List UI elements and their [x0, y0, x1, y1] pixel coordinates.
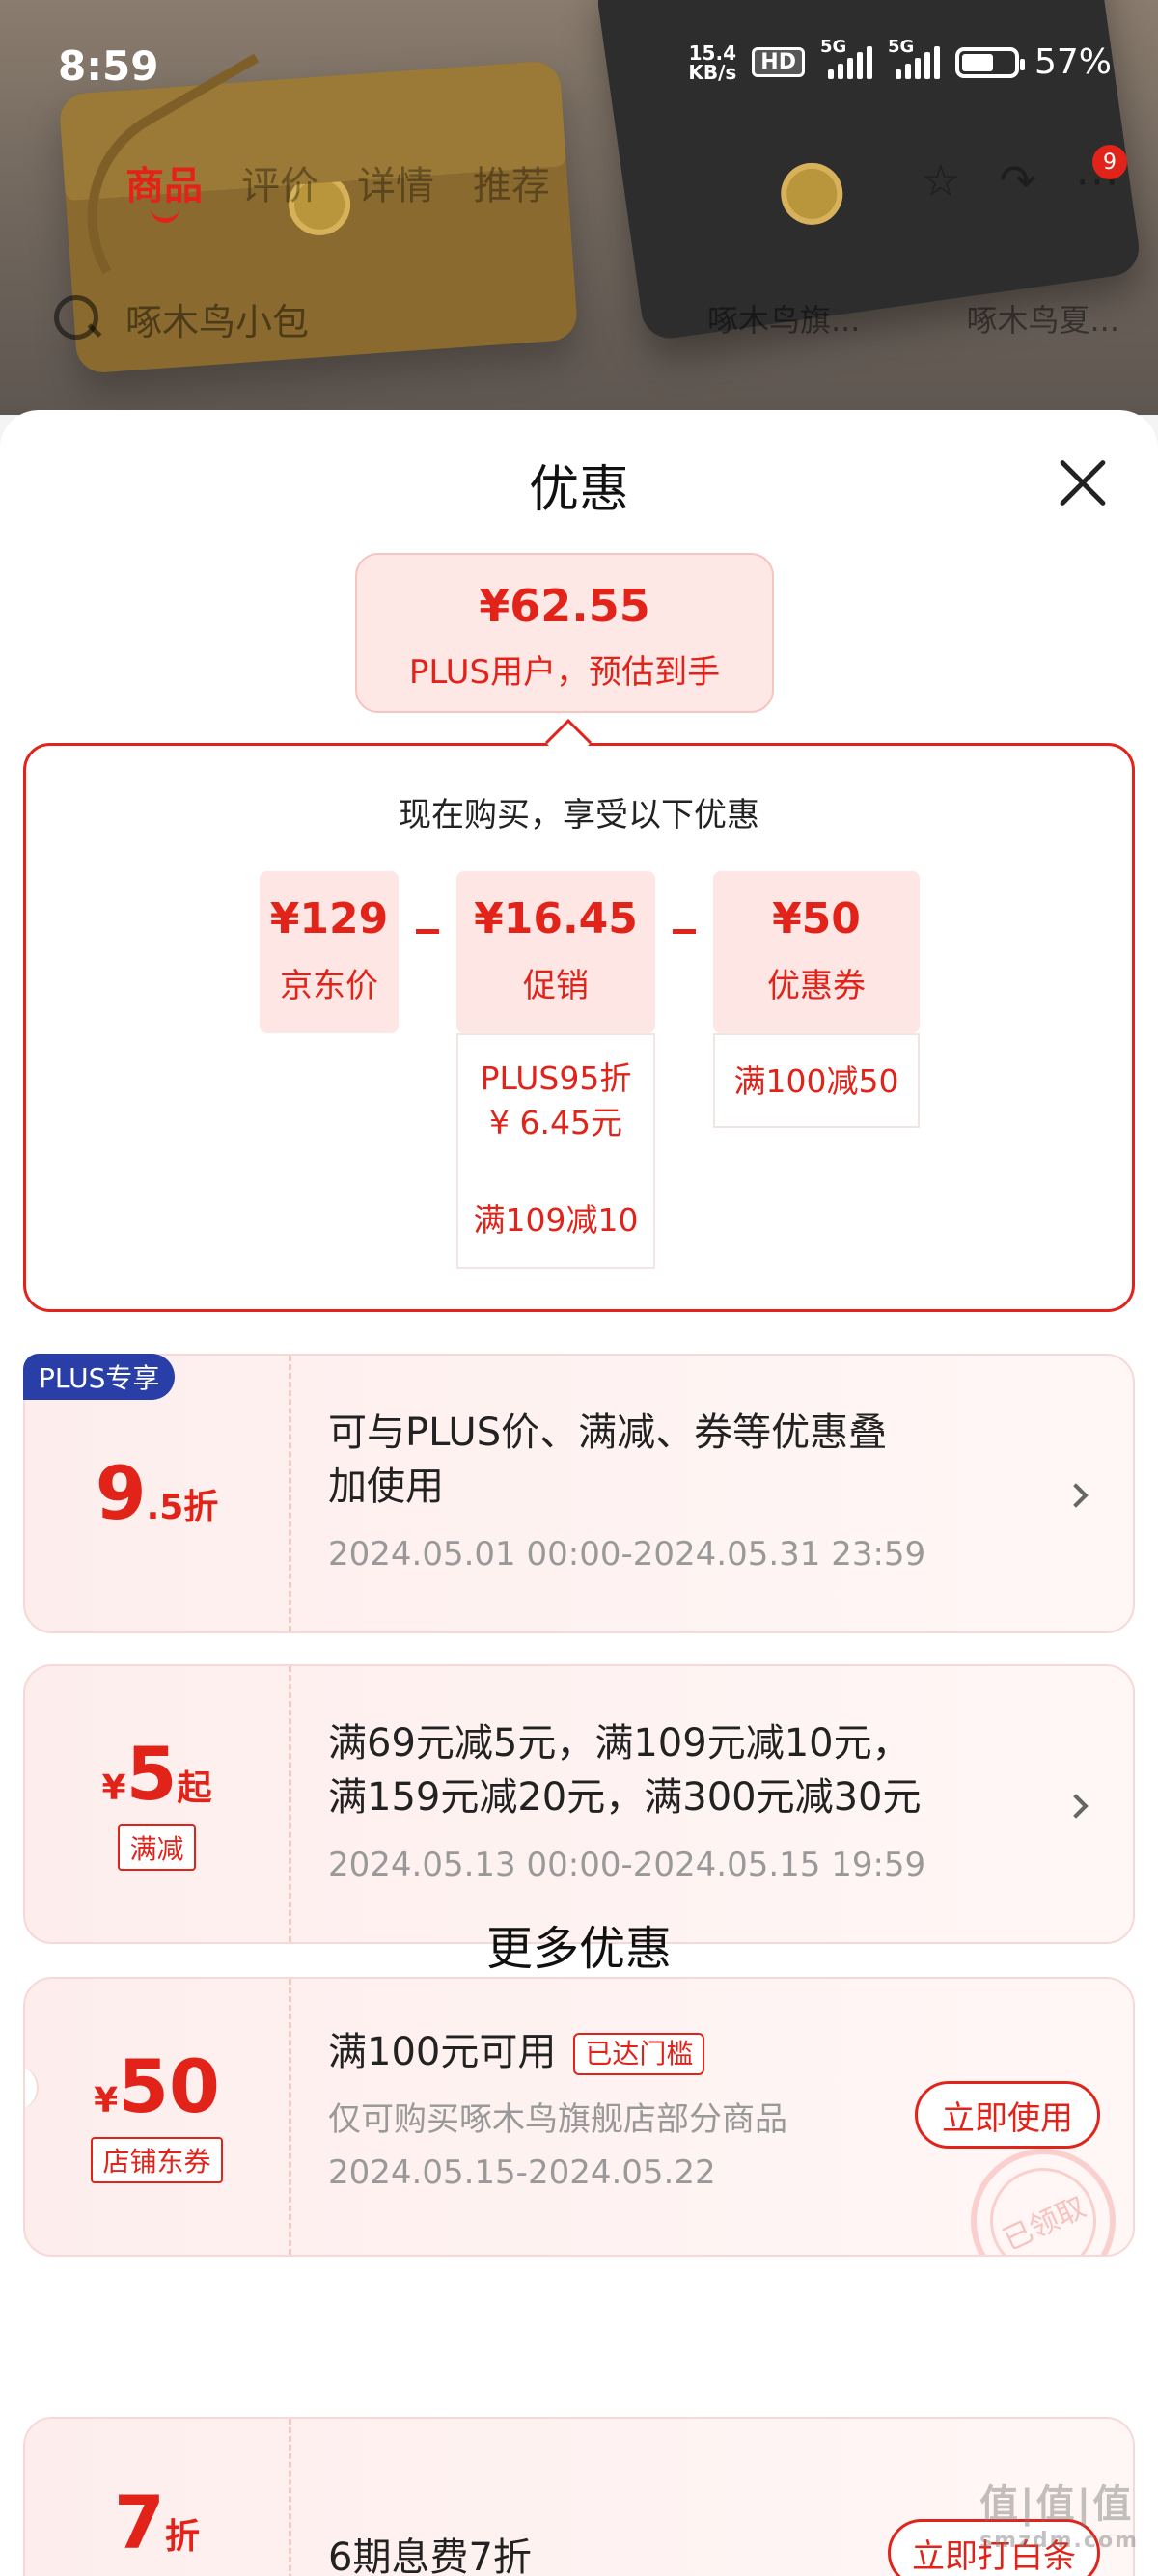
price-breakdown-panel: 现在购买，享受以下优惠 ¥129 京东价 ¥16.45 促销 PLUS95折 ¥… — [23, 743, 1135, 1312]
coupon-condition: 满100减50 — [713, 1033, 920, 1128]
card-info: 可与PLUS价、满减、券等优惠叠 加使用 2024.05.01 00:00-20… — [328, 1411, 926, 1574]
status-icons: 15.4 KB/s HD 5G 5G 57% — [688, 37, 1112, 84]
promo-plus-discount: PLUS95折 ¥ 6.45元 — [456, 1033, 655, 1174]
search-query[interactable]: 啄木鸟小包 — [125, 292, 309, 345]
breakdown-heading: 现在购买，享受以下优惠 — [399, 796, 759, 835]
discount-sheet: 优惠 ¥62.55 PLUS用户，预估到手 现在购买，享受以下优惠 ¥129 京… — [0, 410, 1158, 2576]
card-info: 满69元减5元，满109元减10元， 满159元减20元，满300元减30元 2… — [328, 1721, 926, 1884]
star-icon[interactable]: ☆ — [921, 154, 960, 206]
final-price-amount: ¥62.55 — [479, 580, 650, 632]
top-action-icons: ☆ ↷ ⋯ — [921, 154, 1119, 206]
chevron-right-icon[interactable] — [1063, 1794, 1089, 1819]
hd-icon: HD — [752, 47, 805, 77]
final-price-bubble: ¥62.55 PLUS用户，预估到手 — [355, 553, 774, 713]
signal-icon: 5G — [820, 37, 872, 79]
status-time: 8:59 — [58, 42, 159, 90]
search-tag[interactable]: 啄木鸟旗... — [707, 296, 861, 341]
cart-badge[interactable]: 9 — [1092, 145, 1127, 179]
search-tag[interactable]: 啄木鸟夏... — [966, 296, 1119, 341]
card-info: 满100元可用 已达门槛 仅可购买啄木鸟旗舰店部分商品 2024.05.15-20… — [328, 2030, 787, 2192]
minus-sign — [416, 929, 439, 934]
card-value: ¥ 5 起 满减 — [25, 1666, 291, 1942]
signal-icon: 5G — [888, 37, 940, 79]
minus-sign — [673, 929, 696, 934]
product-tabs: 商品 评价 详情 推荐 — [125, 154, 550, 223]
full-reduction-tag: 满减 — [118, 1824, 196, 1871]
tab-reviews[interactable]: 评价 — [241, 154, 318, 210]
chevron-right-icon[interactable] — [1063, 1483, 1089, 1508]
use-now-button[interactable]: 立即使用 — [915, 2081, 1100, 2149]
tab-details[interactable]: 详情 — [357, 154, 434, 210]
net-speed: 15.4 KB/s — [688, 41, 737, 84]
status-bar: 8:59 15.4 KB/s HD 5G 5G 57% — [0, 0, 1158, 135]
card-value: 9 .5折 — [25, 1356, 291, 1631]
card-value: 7 折 — [25, 2419, 291, 2576]
battery-level: 57% — [1034, 42, 1112, 82]
promo-box: ¥16.45 促销 — [456, 871, 655, 1033]
baitiao-card: 7 折 6期息费7折 立即打白条 — [23, 2417, 1135, 2576]
full-reduction-card[interactable]: ¥ 5 起 满减 满69元减5元，满109元减10元， 满159元减20元，满3… — [23, 1664, 1135, 1944]
tab-recommend[interactable]: 推荐 — [473, 154, 550, 210]
search-bar[interactable]: 啄木鸟小包 啄木鸟旗... 啄木鸟夏... — [48, 280, 1119, 357]
card-value: ¥ 50 店铺东券 — [25, 1979, 291, 2255]
promo-full-reduction: 满109减10 — [456, 1174, 655, 1269]
tab-product[interactable]: 商品 — [125, 154, 203, 223]
store-coupon-card: ¥ 50 店铺东券 满100元可用 已达门槛 仅可购买啄木鸟旗舰店部分商品 202… — [23, 1977, 1135, 2257]
store-coupon-tag: 店铺东券 — [91, 2137, 223, 2183]
final-price-label: PLUS用户，预估到手 — [408, 653, 721, 692]
jd-price-box: ¥129 京东价 — [260, 871, 399, 1033]
watermark-logo: 值|值|值 smzdm.com — [979, 2482, 1139, 2553]
bag-clasp — [777, 158, 847, 230]
close-icon[interactable] — [1056, 456, 1110, 510]
more-discounts-title: 更多优惠 — [485, 1922, 672, 1976]
plus-discount-card[interactable]: PLUS专享 9 .5折 可与PLUS价、满减、券等优惠叠 加使用 2024.0… — [23, 1354, 1135, 1633]
search-icon — [48, 289, 106, 347]
battery-icon — [954, 46, 1025, 78]
sheet-title: 优惠 — [528, 461, 629, 519]
coupon-box: ¥50 优惠券 — [713, 871, 920, 1033]
threshold-reached-badge: 已达门槛 — [573, 2033, 705, 2075]
share-icon[interactable]: ↷ — [999, 154, 1036, 206]
